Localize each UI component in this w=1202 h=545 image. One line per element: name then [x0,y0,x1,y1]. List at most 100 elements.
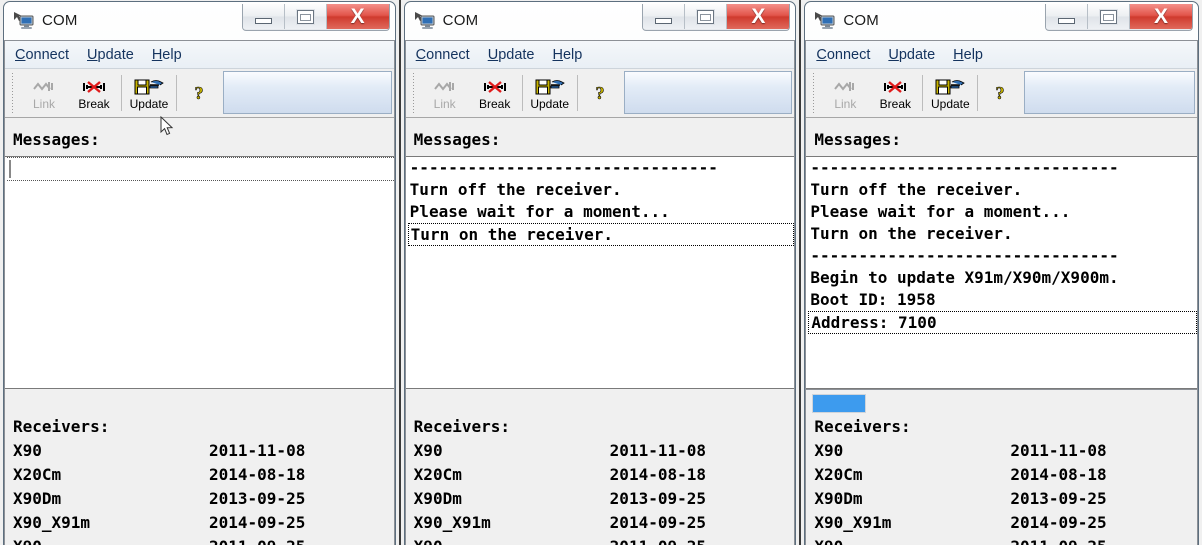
messages-list-1[interactable] [5,156,394,389]
save-update-icon [935,77,966,97]
save-update-icon [535,77,565,97]
maximize-button[interactable] [284,4,327,29]
toolbar-label-break: Break [478,96,511,111]
menu-item-update[interactable]: Update [87,47,134,63]
message-row-selected[interactable]: Address: 7100 [808,311,1197,334]
message-row[interactable]: -------------------------------- [808,245,1197,267]
save-update-icon [134,77,164,97]
toolbar-label-link: Link [433,96,456,111]
message-row[interactable]: Turn on the receiver. [808,223,1197,245]
table-row[interactable]: X90Dm 2013-09-25 [13,487,394,511]
toolbar-button-link[interactable]: Link [420,69,470,117]
toolbar-button-link[interactable]: Link [19,69,69,117]
close-icon: X [1153,5,1168,28]
message-row-empty[interactable] [7,157,394,181]
table-row[interactable]: X90_X91m 2014-09-25 [13,511,394,535]
title-bar[interactable]: COM X [401,0,800,40]
toolbar-filler-panel [223,71,392,114]
link-icon [32,77,56,97]
toolbar-separator [922,75,924,111]
message-row[interactable]: Turn off the receiver. [408,179,795,201]
client-area: Connect Update Help Link Break Update ? … [404,40,796,545]
messages-header: Messages: [806,118,1197,156]
toolbar-label-update: Update [930,96,970,111]
close-button[interactable]: X [1130,4,1192,29]
menu-item-help[interactable]: Help [552,47,582,63]
client-area: Connect Update Help Link Break Update ? … [805,40,1198,545]
menu-item-update[interactable]: Update [888,47,935,63]
messages-list-3[interactable]: -------------------------------- Turn of… [806,156,1197,389]
title-bar[interactable]: COM X [801,0,1202,40]
three-window-sequence: COM X Connect Update Help Link Break Upd… [0,0,1202,545]
menu-bar: Connect Update Help [806,41,1197,69]
message-row-selected[interactable]: Turn on the receiver. [407,223,795,246]
table-row[interactable]: X90Dm 2013-09-25 [414,487,795,511]
table-row[interactable]: X90 2011-11-08 [414,439,795,463]
table-row[interactable]: X90 2011-11-08 [814,439,1197,463]
menu-item-connect[interactable]: Connect [816,47,870,63]
table-row[interactable]: X20Cm 2014-08-18 [414,463,795,487]
menu-item-connect[interactable]: Connect [416,47,470,63]
toolbar-filler-panel [1024,71,1195,114]
message-row[interactable]: Please wait for a moment... [808,201,1197,223]
maximize-icon [1100,9,1117,24]
caption-button-group: X [241,4,390,31]
toolbar-grip[interactable] [9,73,17,113]
close-button[interactable]: X [326,4,389,29]
menu-item-connect[interactable]: Connect [15,47,69,63]
toolbar-button-break[interactable]: Break [470,69,520,117]
close-button[interactable]: X [727,4,790,29]
toolbar-grip[interactable] [810,73,819,113]
minimize-button[interactable] [242,4,285,29]
client-area: Connect Update Help Link Break Update ? … [4,40,395,545]
minimize-icon [1058,17,1075,24]
message-row[interactable]: Begin to update X91m/X90m/X900m. [808,267,1197,289]
toolbar-button-help[interactable]: ? [580,69,620,117]
table-row[interactable]: X20Cm 2014-08-18 [13,463,394,487]
svg-text:?: ? [195,83,204,103]
toolbar-label-break: Break [879,96,912,111]
break-link-icon [81,77,107,97]
title-bar[interactable]: COM X [0,0,399,40]
minimize-button[interactable] [1046,4,1088,29]
table-row[interactable]: X20Cm 2014-08-18 [814,463,1197,487]
menu-item-help[interactable]: Help [152,47,182,63]
toolbar-button-link[interactable]: Link [820,69,870,117]
table-row[interactable]: X90_X91m 2014-09-25 [414,511,795,535]
toolbar-grip[interactable] [409,73,418,113]
message-row[interactable]: -------------------------------- [408,157,795,179]
toolbar-button-help[interactable]: ? [179,69,219,117]
messages-list-2[interactable]: -------------------------------- Turn of… [405,156,795,389]
close-icon: X [350,5,365,28]
menu-item-help[interactable]: Help [953,47,983,63]
maximize-button[interactable] [685,4,728,29]
receivers-zone-3: Receivers: X90 2011-11-08 X20Cm 2014-08-18… [806,415,1197,545]
toolbar-label-update: Update [129,96,169,111]
table-row[interactable]: X902011-09-25 [414,535,795,545]
menu-item-update[interactable]: Update [488,47,535,63]
receivers-zone-2: Receivers: X90 2011-11-08 X20Cm 2014-08-18… [405,389,795,545]
toolbar-button-break[interactable]: Break [69,69,119,117]
table-row[interactable]: X90 2011-11-08 [13,439,394,463]
window-title: COM [442,11,479,29]
table-row[interactable]: X902011-09-25 [13,535,394,545]
toolbar-button-update[interactable]: Update [525,69,575,117]
toolbar-separator-2 [576,75,578,111]
toolbar-button-help[interactable]: ? [980,69,1020,117]
messages-label: Messages: [814,130,902,149]
message-row[interactable]: Please wait for a moment... [408,201,795,223]
toolbar-button-break[interactable]: Break [870,69,920,117]
minimize-button[interactable] [643,4,686,29]
receivers-zone-1: Receivers: X90 2011-11-08 X20Cm 2014-08-18… [5,389,394,545]
message-row[interactable]: Turn off the receiver. [808,179,1197,201]
com-window-3: COM X Connect Update Help Link Break Upd… [801,0,1202,545]
toolbar-button-update[interactable]: Update [124,69,174,117]
table-row[interactable]: X90Dm 2013-09-25 [814,487,1197,511]
toolbar: Link Break Update ? [5,69,394,118]
message-row[interactable]: Boot ID: 1958 [808,289,1197,311]
table-row[interactable]: X902011-09-25 [814,535,1197,545]
table-row[interactable]: X90_X91m 2014-09-25 [814,511,1197,535]
toolbar-button-update[interactable]: Update [925,69,975,117]
message-row[interactable]: -------------------------------- [808,157,1197,179]
maximize-button[interactable] [1088,4,1130,29]
